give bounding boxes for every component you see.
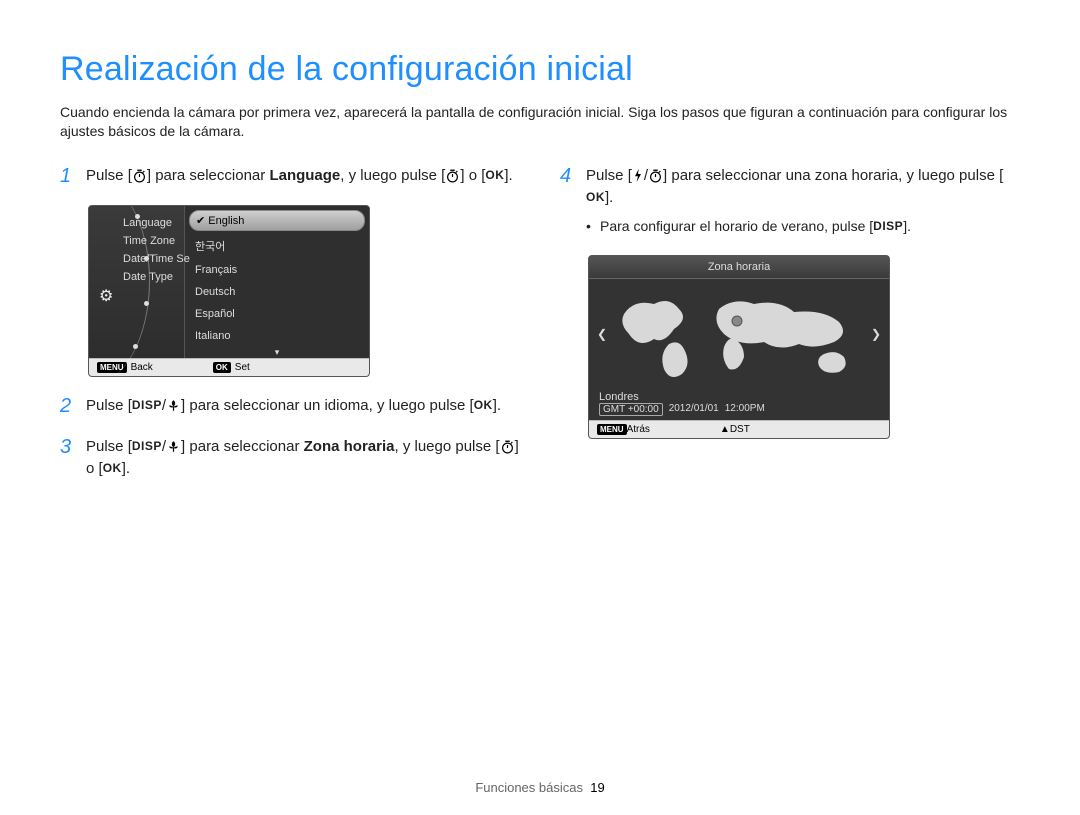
language-option: Italiano <box>185 325 369 347</box>
step-body: Pulse [DISP/] para seleccionar Zona hora… <box>86 436 520 481</box>
timezone-gmt: GMT +00:00 <box>599 403 663 416</box>
gear-icon: ⚙ <box>99 286 113 306</box>
ok-icon: OK <box>213 362 231 373</box>
language-option: 한국어 <box>185 233 369 259</box>
timer-icon <box>445 168 460 183</box>
timer-icon <box>132 168 147 183</box>
language-option: Français <box>185 259 369 281</box>
step-2: 2 Pulse [DISP/] para seleccionar un idio… <box>60 395 520 418</box>
ok-icon: OK <box>474 396 493 414</box>
disp-icon: DISP <box>132 396 162 414</box>
disp-icon: DISP <box>132 437 162 455</box>
language-option: Español <box>185 303 369 325</box>
language-screen: ⚙ Language Time Zone Date/Time Se Date T… <box>88 205 370 377</box>
timezone-date: 2012/01/01 <box>669 403 719 416</box>
up-triangle-icon: ▲ <box>720 424 730 435</box>
step-4: 4 Pulse [/] para seleccionar una zona ho… <box>560 165 1020 237</box>
step-1: 1 Pulse [] para seleccionar Language, y … <box>60 165 520 188</box>
world-map-icon <box>609 284 869 384</box>
step-number: 2 <box>60 395 76 418</box>
timer-icon <box>648 168 663 183</box>
timezone-time: 12:00PM <box>725 403 765 416</box>
step-sub: Para configurar el horario de verano, pu… <box>586 216 1020 237</box>
step-number: 1 <box>60 165 76 188</box>
content-columns: 1 Pulse [] para seleccionar Language, y … <box>60 165 1020 499</box>
ok-icon: OK <box>485 166 504 184</box>
column-right: 4 Pulse [/] para seleccionar una zona ho… <box>560 165 1020 499</box>
language-selected: ✔ English <box>189 210 365 231</box>
step-3: 3 Pulse [DISP/] para seleccionar Zona ho… <box>60 436 520 481</box>
language-option: Deutsch <box>185 281 369 303</box>
page-title: Realización de la configuración inicial <box>60 50 1020 89</box>
ok-icon: OK <box>103 459 122 477</box>
timezone-screen: Zona horaria ❮ ❯ L <box>588 255 890 439</box>
timer-icon <box>500 439 515 454</box>
page-footer: Funciones básicas 19 <box>0 780 1080 795</box>
step-number: 3 <box>60 436 76 481</box>
flash-icon <box>632 168 644 183</box>
chevron-right-icon: ❯ <box>871 327 881 341</box>
step-body: Pulse [DISP/] para seleccionar un idioma… <box>86 395 501 418</box>
manual-page: Realización de la configuración inicial … <box>0 0 1080 815</box>
chevron-left-icon: ❮ <box>597 327 607 341</box>
step-body: Pulse [/] para seleccionar una zona hora… <box>586 165 1020 237</box>
macro-icon <box>166 439 181 454</box>
step-number: 4 <box>560 165 576 237</box>
intro-text: Cuando encienda la cámara por primera ve… <box>60 103 1020 141</box>
macro-icon <box>166 398 181 413</box>
step-body: Pulse [] para seleccionar Language, y lu… <box>86 165 513 188</box>
timezone-city: Londres <box>589 389 889 403</box>
ok-icon: OK <box>586 188 605 206</box>
disp-icon: DISP <box>873 217 903 235</box>
menu-icon: MENU <box>597 424 627 435</box>
column-left: 1 Pulse [] para seleccionar Language, y … <box>60 165 520 499</box>
timezone-title: Zona horaria <box>589 256 889 279</box>
